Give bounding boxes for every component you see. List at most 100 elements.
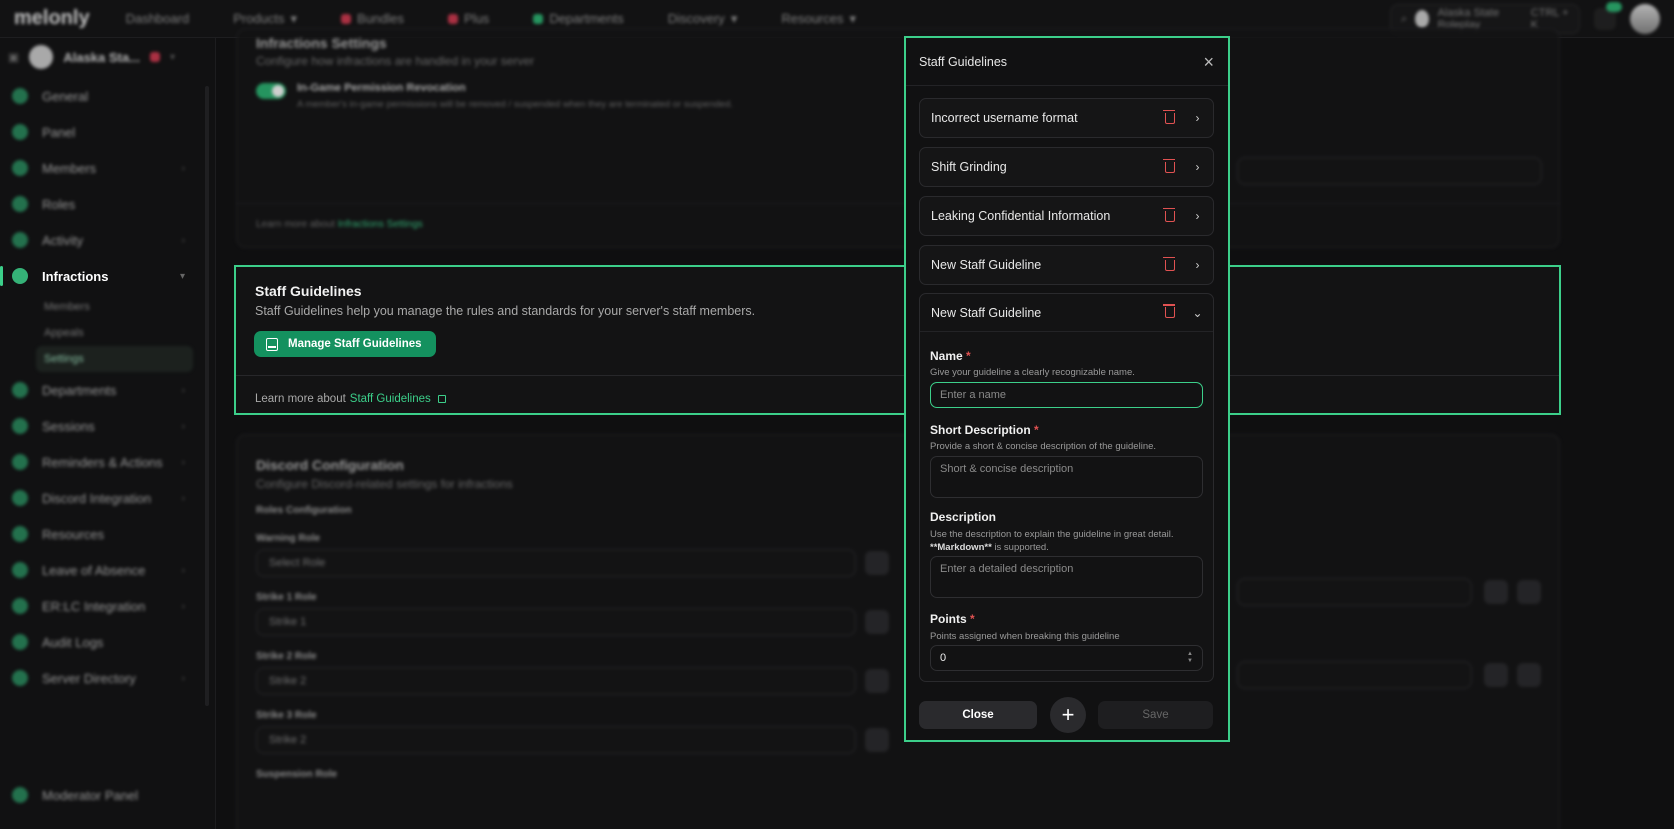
bg-right-select-2[interactable] (1237, 661, 1472, 689)
guideline-item[interactable]: Incorrect username format › (919, 98, 1214, 138)
sidebar-item-members[interactable]: Members › (0, 150, 215, 186)
short-description-input[interactable]: Short & concise description (930, 456, 1203, 498)
chevron-right-icon[interactable]: › (1193, 258, 1202, 272)
manage-staff-guidelines-button[interactable]: Manage Staff Guidelines (254, 331, 436, 357)
nav-resources[interactable]: Resources ▾ (781, 11, 856, 27)
chevron-right-icon[interactable]: › (1193, 160, 1202, 174)
learn-more-infractions: Learn more about Infractions Settings (256, 219, 423, 230)
guideline-item[interactable]: Leaking Confidential Information › (919, 196, 1214, 236)
guideline-label: New Staff Guideline (931, 258, 1042, 272)
trash-icon[interactable] (1163, 256, 1175, 271)
chevron-right-icon: › (181, 600, 185, 612)
sidebar-item-infractions[interactable]: Infractions ▾ (0, 258, 215, 294)
refresh-icon[interactable] (865, 728, 889, 752)
section-label: Roles Configuration (256, 505, 352, 516)
refresh-icon[interactable] (865, 669, 889, 693)
search-icon[interactable] (1517, 663, 1541, 687)
sidebar-item-panel[interactable]: Panel (0, 114, 215, 150)
sidebar-item-label: Sessions (42, 418, 95, 434)
trash-icon[interactable] (1163, 158, 1175, 173)
guideline-label: New Staff Guideline (931, 305, 1042, 320)
strike2-role-select[interactable]: Strike 2 (256, 667, 856, 695)
sidebar-item-roles[interactable]: Roles (0, 186, 215, 222)
melonly-logo[interactable]: melonly (14, 7, 90, 30)
chevron-right-icon[interactable]: › (1193, 209, 1202, 223)
warning-role-select[interactable]: Select Role (256, 549, 856, 577)
staff-guidelines-link[interactable]: Staff Guidelines (350, 393, 431, 405)
strike3-role-select[interactable]: Strike 2 (256, 726, 856, 754)
required-mark: * (970, 612, 975, 626)
external-link-icon (437, 395, 446, 403)
guideline-item[interactable]: New Staff Guideline › (919, 245, 1214, 285)
description-label: Description (930, 510, 997, 524)
points-input[interactable]: 0 ▲ ▼ (930, 645, 1203, 671)
bg-right-select[interactable] (1237, 578, 1472, 606)
sidebar-sub-appeals[interactable]: Appeals (36, 320, 193, 346)
refresh-icon[interactable] (865, 551, 889, 575)
nav-bundles[interactable]: Bundles (341, 11, 404, 26)
sidebar-sub-settings[interactable]: Settings (36, 346, 193, 372)
chevron-down-icon: ▾ (179, 270, 185, 282)
chevron-down-icon: ▾ (169, 51, 175, 63)
save-button[interactable]: Save (1098, 701, 1213, 729)
user-avatar[interactable] (1630, 4, 1660, 34)
nav-departments[interactable]: Departments (533, 11, 624, 26)
sidebar-item-loa[interactable]: Leave of Absence › (0, 552, 215, 588)
trash-icon[interactable] (1163, 304, 1175, 318)
sidebar-item-activity[interactable]: Activity › (0, 222, 215, 258)
strike1-role-select[interactable]: Strike 1 (256, 608, 856, 636)
sidebar-toggle-icon[interactable]: ▣ (8, 50, 19, 64)
input-placeholder: Enter a name (940, 389, 1007, 401)
field-label: Suspension Role (256, 769, 338, 780)
sidebar-item-sessions[interactable]: Sessions › (0, 408, 215, 444)
sidebar-item-erlc[interactable]: ER:LC Integration › (0, 588, 215, 624)
alarm-icon (12, 454, 28, 470)
sidebar-item-label: Roles (42, 196, 76, 212)
chevron-right-icon[interactable]: › (1193, 111, 1202, 125)
close-icon[interactable]: × (1203, 53, 1214, 71)
chevron-down-icon[interactable]: ⌄ (1192, 306, 1202, 320)
sidebar-item-directory[interactable]: Server Directory › (0, 660, 215, 696)
nav-label: Products (233, 11, 285, 26)
sidebar-item-moderator-panel[interactable]: Moderator Panel (0, 777, 216, 813)
staff-guidelines-modal: Staff Guidelines × Incorrect username fo… (904, 36, 1230, 742)
refresh-icon[interactable] (1484, 663, 1508, 687)
sidebar-item-resources[interactable]: Resources (0, 516, 215, 552)
add-guideline-button[interactable]: + (1050, 697, 1086, 733)
field-label: Strike 1 Role (256, 592, 317, 603)
guideline-item[interactable]: Shift Grinding › (919, 147, 1214, 187)
close-button[interactable]: Close (919, 701, 1037, 729)
sidebar-item-reminders[interactable]: Reminders & Actions › (0, 444, 215, 480)
nav-dashboard[interactable]: Dashboard (126, 11, 190, 26)
search-icon[interactable] (1517, 580, 1541, 604)
sidebar-item-audit[interactable]: Audit Logs (0, 624, 215, 660)
description-input[interactable]: Enter a detailed description (930, 556, 1203, 598)
sidebar-sub-members[interactable]: Members (36, 294, 193, 320)
refresh-icon[interactable] (865, 610, 889, 634)
select-value: Select Role (269, 557, 326, 569)
staff-guidelines-card: Staff Guidelines Staff Guidelines help y… (234, 265, 1561, 415)
sidebar-scrollbar[interactable] (205, 86, 209, 706)
bg-select[interactable] (1237, 157, 1542, 185)
number-stepper-icon[interactable]: ▲ ▼ (1187, 651, 1193, 665)
learn-link[interactable]: Infractions Settings (338, 219, 423, 230)
sidebar-item-label: Resources (42, 526, 105, 542)
markdown-bold: **Markdown** (930, 542, 992, 553)
name-input[interactable]: Enter a name (930, 382, 1203, 408)
sidebar-item-discord[interactable]: Discord Integration › (0, 480, 215, 516)
nav-products[interactable]: Products ▾ (233, 11, 297, 27)
guideline-expanded-header[interactable]: New Staff Guideline ⌄ (920, 294, 1213, 332)
permission-revocation-toggle[interactable] (256, 83, 286, 99)
plus-icon (448, 13, 459, 24)
nav-plus[interactable]: Plus (448, 11, 489, 26)
nav-discovery[interactable]: Discovery ▾ (668, 11, 738, 27)
refresh-icon[interactable] (1484, 580, 1508, 604)
gavel-icon (12, 268, 28, 284)
sidebar-item-departments[interactable]: Departments › (0, 372, 215, 408)
trash-icon[interactable] (1163, 109, 1175, 124)
notifications-bell-icon[interactable] (1594, 2, 1622, 30)
chevron-down-icon: ▾ (849, 10, 857, 26)
sidebar-item-general[interactable]: General (0, 78, 215, 114)
server-selector[interactable]: ▣ Alaska Sta... ▾ (0, 41, 215, 73)
trash-icon[interactable] (1163, 207, 1175, 222)
